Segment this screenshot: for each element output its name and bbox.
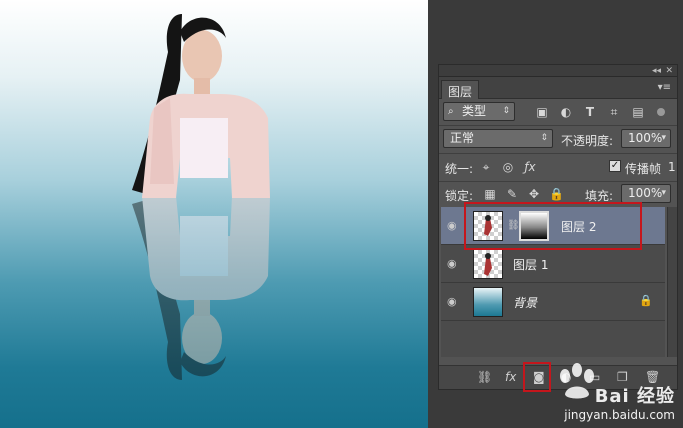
filter-shape-icon[interactable]: ⌗ <box>607 105 621 119</box>
close-icon[interactable]: ✕ <box>665 65 673 77</box>
dropdown-arrow-icon: ▾ <box>661 188 666 198</box>
unify-label: 统一: <box>445 162 474 176</box>
portrait-photo <box>132 14 270 198</box>
blend-row: 正常 ⇕ 不透明度: 100% ▾ <box>439 127 677 151</box>
highlight-box-mask-button <box>523 362 551 392</box>
layer-thumbnail[interactable] <box>473 249 503 279</box>
watermark-brand: Bai 经验 <box>594 386 675 407</box>
lock-all-icon[interactable]: 🔒 <box>549 187 564 201</box>
unify-visibility-icon[interactable]: ◎ <box>501 160 515 174</box>
layer-name[interactable]: 背景 <box>513 294 537 311</box>
blend-mode-label: 正常 <box>450 131 475 145</box>
propagate-label: 传播帧 <box>625 162 662 176</box>
filter-smart-object-icon[interactable]: ▤ <box>631 105 645 119</box>
layer-list-scrollbar[interactable] <box>667 207 677 357</box>
filter-row: ⌕ 类型 ⇕ ▣ ◐ T ⌗ ▤ <box>439 101 677 123</box>
fill-value: 100% <box>628 186 663 200</box>
updown-arrow-icon: ⇕ <box>540 133 548 143</box>
lock-pixels-icon[interactable]: ✎ <box>505 187 519 201</box>
divider <box>439 125 677 126</box>
opacity-value: 100% <box>628 131 663 145</box>
document-canvas[interactable] <box>0 0 428 428</box>
dropdown-arrow-icon: ▾ <box>661 133 666 143</box>
lock-transparency-icon[interactable]: ▦ <box>483 187 497 201</box>
filter-pixel-icon[interactable]: ▣ <box>535 105 549 119</box>
divider <box>439 153 677 154</box>
reflection-photo <box>132 196 270 380</box>
panel-menu-icon[interactable]: ▾≡ <box>658 82 671 93</box>
layer-row-layer-1[interactable]: ◉ 图层 1 <box>441 245 665 283</box>
tab-layers[interactable]: 图层 <box>441 80 480 99</box>
unify-position-icon[interactable]: ⌖ <box>479 160 493 174</box>
eye-icon[interactable]: ◉ <box>447 295 461 308</box>
lock-icon: 🔒 <box>639 294 653 307</box>
propagate-value: 1 <box>668 160 676 174</box>
collapse-icon[interactable]: ◂◂ <box>652 65 661 77</box>
baidu-jingyan-watermark: Bai 经验 jingyan.baidu.com <box>564 382 675 422</box>
updown-arrow-icon: ⇕ <box>502 106 510 116</box>
fx-icon[interactable]: fx <box>505 370 516 384</box>
unify-style-icon[interactable]: ƒx <box>523 160 537 174</box>
layer-thumbnail[interactable] <box>473 287 503 317</box>
link-icon[interactable]: ⛓ <box>477 370 492 384</box>
eye-icon[interactable]: ◉ <box>447 257 461 270</box>
filter-toggle-icon[interactable] <box>657 108 665 116</box>
propagate-checkbox[interactable]: ✓ <box>609 160 621 172</box>
lock-position-icon[interactable]: ✥ <box>527 187 541 201</box>
panel-tab-row: 图层 ▾≡ <box>439 77 677 99</box>
fill-input[interactable]: 100% ▾ <box>621 184 671 203</box>
blend-mode-select[interactable]: 正常 ⇕ <box>443 129 553 148</box>
filter-kind-select[interactable]: ⌕ 类型 ⇕ <box>443 102 515 121</box>
panel-title-bar[interactable]: ◂◂ ✕ <box>439 65 677 77</box>
opacity-label: 不透明度: <box>561 134 614 148</box>
unify-row: 统一: ⌖ ◎ ƒx ✓ 传播帧 1 <box>439 155 677 179</box>
figure-thumb-icon <box>484 253 492 276</box>
watermark-url: jingyan.baidu.com <box>564 408 675 422</box>
filter-kind-label: 类型 <box>462 104 487 118</box>
divider <box>439 181 677 182</box>
search-icon: ⌕ <box>448 106 454 117</box>
eye-icon[interactable]: ◉ <box>447 219 461 232</box>
filter-adjustment-icon[interactable]: ◐ <box>559 105 573 119</box>
layer-row-background[interactable]: ◉ 背景 🔒 <box>441 283 665 321</box>
opacity-input[interactable]: 100% ▾ <box>621 129 671 148</box>
layer-name[interactable]: 图层 1 <box>513 256 548 273</box>
filter-type-icon[interactable]: T <box>583 105 597 119</box>
highlight-box-layer <box>464 202 642 250</box>
